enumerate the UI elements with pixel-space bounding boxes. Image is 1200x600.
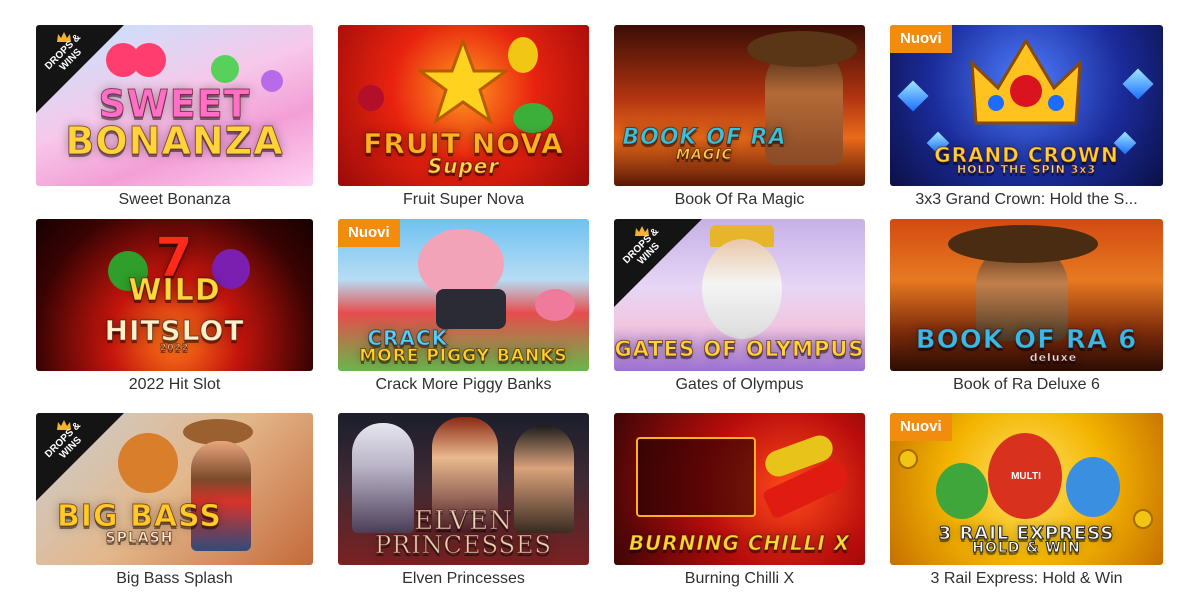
candy-heart-icon <box>132 43 166 77</box>
game-thumbnail[interactable]: DROPS & WINS GATES OF OLYMPUS <box>614 219 865 371</box>
game-tile-elven-princesses[interactable]: ELVEN PRINCESSES Elven Princesses <box>338 413 589 600</box>
new-badge: Nuovi <box>890 413 952 441</box>
game-thumbnail[interactable]: Nuovi CRACK MORE PIGGY BANKS <box>338 219 589 371</box>
game-title[interactable]: Crack More Piggy Banks <box>338 371 589 398</box>
multi-label: MULTI <box>1011 471 1041 482</box>
game-tile-crack-more-piggy-banks[interactable]: Nuovi CRACK MORE PIGGY BANKS Crack More … <box>338 219 589 407</box>
pear-icon <box>508 37 538 73</box>
game-tile-big-bass-splash[interactable]: DROPS & WINS BIG BASS SPLASH Big Bass Sp… <box>36 413 313 600</box>
cherry-icon <box>358 85 384 111</box>
piggy-bank-icon <box>535 289 575 321</box>
game-title[interactable]: 3 Rail Express: Hold & Win <box>890 565 1163 592</box>
game-logo: GRAND CROWN HOLD THE SPIN 3x3 <box>934 142 1119 176</box>
game-thumbnail[interactable]: Nuovi MULTI 3 RAIL EXPRESS HOLD & WIN <box>890 413 1163 565</box>
star-icon <box>418 39 508 125</box>
game-thumbnail[interactable]: Nuovi GRAND CROWN HOLD THE SPIN 3x3 <box>890 25 1163 186</box>
game-title[interactable]: Fruit Super Nova <box>338 186 589 213</box>
game-tile-3-rail-express[interactable]: Nuovi MULTI 3 RAIL EXPRESS HOLD & WIN 3 … <box>890 413 1163 600</box>
game-title[interactable]: Sweet Bonanza <box>36 186 313 213</box>
candy-icon <box>211 55 239 83</box>
hat-icon <box>948 225 1098 263</box>
slot-reels <box>636 437 756 517</box>
crown-icon <box>970 38 1082 125</box>
game-tile-burning-chilli-x[interactable]: BURNING CHILLI X Burning Chilli X <box>614 413 865 600</box>
game-logo: 7 WILD HITSLOT 2022 <box>104 226 245 354</box>
game-logo: ELVEN PRINCESSES <box>374 506 552 559</box>
game-title[interactable]: Elven Princesses <box>338 565 589 592</box>
game-title[interactable]: Book of Ra Deluxe 6 <box>890 371 1163 398</box>
game-title[interactable]: Gates of Olympus <box>614 371 865 398</box>
game-title[interactable]: 2022 Hit Slot <box>36 371 313 398</box>
game-thumbnail[interactable]: DROPS & WINS SWEET BONANZA <box>36 25 313 186</box>
game-logo: 3 RAIL EXPRESS HOLD & WIN <box>938 522 1115 556</box>
game-tile-book-of-ra-deluxe-6[interactable]: BOOK OF RA 6 deluxe Book of Ra Deluxe 6 <box>890 219 1163 407</box>
coin-icon <box>898 449 918 469</box>
zeus-figure <box>702 239 782 339</box>
game-logo: CRACK MORE PIGGY BANKS <box>359 326 568 367</box>
game-thumbnail[interactable]: BOOK OF RA MAGIC <box>614 25 865 186</box>
game-grid: DROPS & WINS SWEET BONANZA Sweet Bonanza… <box>0 0 1200 600</box>
game-title[interactable]: 3x3 Grand Crown: Hold the S... <box>890 186 1163 213</box>
game-logo: BOOK OF RA 6 deluxe <box>915 325 1138 365</box>
game-tile-gates-of-olympus[interactable]: DROPS & WINS GATES OF OLYMPUS Gates of O… <box>614 219 865 407</box>
game-tile-book-of-ra-magic[interactable]: BOOK OF RA MAGIC Book Of Ra Magic <box>614 25 865 213</box>
blue-train-icon <box>1066 457 1120 517</box>
new-badge: Nuovi <box>890 25 952 53</box>
game-thumbnail[interactable]: 7 WILD HITSLOT 2022 <box>36 219 313 371</box>
game-thumbnail[interactable]: BURNING CHILLI X <box>614 413 865 565</box>
new-badge: Nuovi <box>338 219 400 247</box>
fish-icon <box>118 433 178 493</box>
game-title[interactable]: Book Of Ra Magic <box>614 186 865 213</box>
game-title[interactable]: Big Bass Splash <box>36 565 313 592</box>
diamond-icon <box>897 80 929 112</box>
game-logo: BURNING CHILLI X <box>628 530 851 555</box>
game-tile-hit-slot-2022[interactable]: 7 WILD HITSLOT 2022 2022 Hit Slot <box>36 219 313 407</box>
game-tile-grand-crown[interactable]: Nuovi GRAND CROWN HOLD THE SPIN 3x3 3x3 … <box>890 25 1163 213</box>
game-logo: BOOK OF RA MAGIC <box>622 125 787 164</box>
game-tile-sweet-bonanza[interactable]: DROPS & WINS SWEET BONANZA Sweet Bonanza <box>36 25 313 213</box>
game-thumbnail[interactable]: FRUIT NOVA Super <box>338 25 589 186</box>
green-train-icon <box>936 463 988 519</box>
game-tile-fruit-super-nova[interactable]: FRUIT NOVA Super Fruit Super Nova <box>338 25 589 213</box>
game-logo: BIG BASS SPLASH <box>56 499 223 546</box>
hat-icon <box>747 31 857 67</box>
game-thumbnail[interactable]: BOOK OF RA 6 deluxe <box>890 219 1163 371</box>
game-logo: GATES OF OLYMPUS <box>614 337 865 362</box>
diamond-icon <box>1122 68 1154 100</box>
tuxedo-body <box>436 289 506 329</box>
coin-icon <box>1133 509 1153 529</box>
game-thumbnail[interactable]: DROPS & WINS BIG BASS SPLASH <box>36 413 313 565</box>
game-thumbnail[interactable]: ELVEN PRINCESSES <box>338 413 589 565</box>
game-title[interactable]: Burning Chilli X <box>614 565 865 592</box>
game-logo: FRUIT NOVA Super <box>363 126 564 179</box>
